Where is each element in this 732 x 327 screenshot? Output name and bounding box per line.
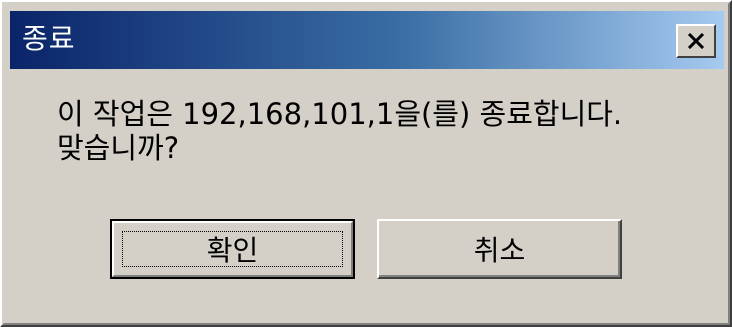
ok-button-label: 확인	[206, 234, 259, 267]
cancel-button[interactable]: 취소	[377, 219, 622, 279]
message-line-1: 이 작업은 192,168,101,1을(를) 종료합니다.	[57, 97, 623, 131]
title-bar: 종료	[10, 11, 724, 69]
dialog-message: 이 작업은 192,168,101,1을(를) 종료합니다. 맞습니까?	[57, 97, 717, 165]
confirm-dialog: 종료 이 작업은 192,168,101,1을(를) 종료합니다. 맞습니까? …	[0, 0, 732, 327]
cancel-button-label: 취소	[473, 234, 526, 267]
message-line-2: 맞습니까?	[57, 131, 180, 165]
ok-button[interactable]: 확인	[110, 219, 355, 279]
window-title: 종료	[22, 22, 76, 55]
close-button[interactable]	[676, 24, 716, 58]
close-icon	[687, 33, 705, 49]
